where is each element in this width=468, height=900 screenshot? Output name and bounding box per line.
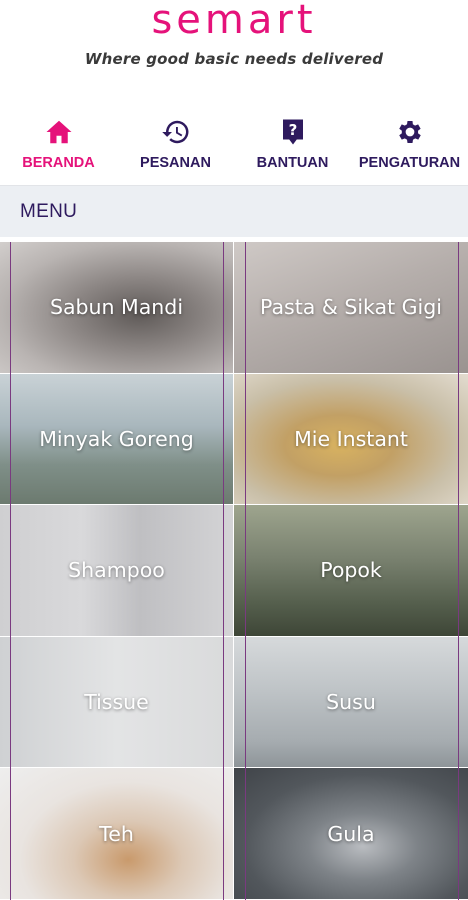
app-header: semart Where good basic needs delivered (0, 0, 468, 105)
category-label: Gula (327, 821, 375, 846)
nav-label-beranda: BERANDA (22, 155, 95, 171)
help-icon: ? (282, 119, 303, 145)
home-icon (46, 120, 71, 144)
category-label: Tissue (84, 690, 149, 715)
category-tile-pasta-sikat-gigi[interactable]: Pasta & Sikat Gigi (234, 242, 468, 374)
menu-title: MENU (20, 200, 78, 222)
grid-guide-line (245, 242, 246, 900)
nav-item-beranda[interactable]: BERANDA (0, 105, 117, 185)
category-label: Sabun Mandi (49, 295, 184, 320)
category-label: Minyak Goreng (39, 426, 194, 451)
grid-guide-line (10, 242, 11, 900)
nav-item-pengaturan[interactable]: PENGATURAN (351, 105, 468, 185)
grid-guide-line (458, 242, 459, 900)
category-tile-sabun-mandi[interactable]: Sabun Mandi (0, 242, 234, 374)
category-tile-minyak-goreng[interactable]: Minyak Goreng (0, 373, 234, 506)
top-nav: BERANDA PESANAN ? BANTUAN PENGATURAN (0, 105, 468, 185)
category-tile-mie-instant[interactable]: Mie Instant (234, 373, 468, 506)
category-label: Teh (99, 821, 134, 846)
app-logo: semart (151, 0, 317, 43)
category-tile-shampoo[interactable]: Shampoo (0, 505, 234, 637)
category-label: Shampoo (68, 558, 165, 583)
menu-section-header: MENU (0, 185, 468, 237)
category-grid: Sabun Mandi Pasta & Sikat Gigi Minyak Go… (0, 242, 468, 900)
category-tile-gula[interactable]: Gula (234, 768, 468, 900)
svg-text:?: ? (288, 121, 297, 139)
nav-label-pesanan: PESANAN (140, 155, 211, 171)
app-tagline: Where good basic needs delivered (84, 50, 384, 68)
history-icon (161, 120, 188, 144)
category-label: Mie Instant (294, 426, 408, 451)
category-tile-teh[interactable]: Teh (0, 768, 234, 900)
gear-icon (398, 121, 421, 143)
category-label: Susu (326, 690, 376, 715)
nav-label-bantuan: BANTUAN (256, 155, 329, 171)
category-tile-tissue[interactable]: Tissue (0, 636, 234, 769)
nav-label-pengaturan: PENGATURAN (358, 155, 461, 171)
category-tile-susu[interactable]: Susu (234, 636, 468, 769)
grid-guide-line (223, 242, 224, 900)
nav-item-bantuan[interactable]: ? BANTUAN (234, 105, 351, 185)
category-label: Popok (320, 558, 382, 583)
category-label: Pasta & Sikat Gigi (260, 295, 442, 320)
nav-item-pesanan[interactable]: PESANAN (117, 105, 234, 185)
category-tile-popok[interactable]: Popok (234, 505, 468, 637)
